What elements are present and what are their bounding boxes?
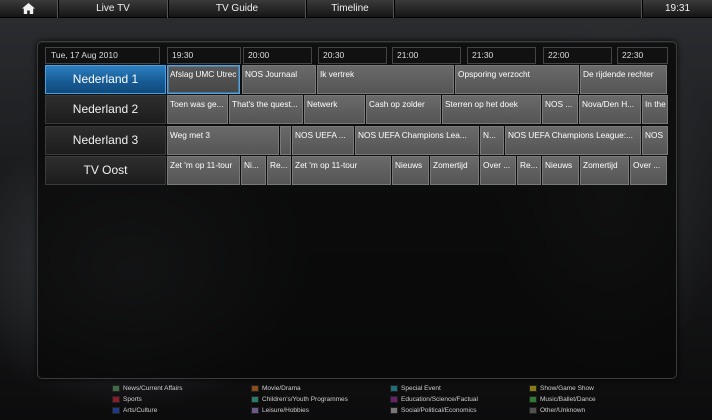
legend-swatch xyxy=(112,385,120,392)
legend-label: Social/Political/Economics xyxy=(401,407,477,414)
channel-nederland-2[interactable]: Nederland 2 xyxy=(45,95,166,124)
legend-label: Special Event xyxy=(401,385,441,392)
program-cell[interactable]: Cash op zolder xyxy=(366,95,441,124)
program-cell[interactable]: Nieuws xyxy=(392,156,429,185)
legend-swatch xyxy=(112,396,120,403)
time-slot-header: 22:00 xyxy=(543,47,612,64)
program-cell[interactable]: NOS UEFA ... xyxy=(292,126,354,155)
legend-label: Music/Ballet/Dance xyxy=(540,396,596,403)
program-cell[interactable]: NOS UEFA Champions Lea... xyxy=(355,126,479,155)
program-cell[interactable]: Nova/Den H... xyxy=(579,95,641,124)
program-cell[interactable]: Zet 'm op 11-tour xyxy=(292,156,391,185)
program-cell[interactable]: Re... xyxy=(267,156,291,185)
program-cell[interactable] xyxy=(280,126,291,155)
legend-swatch xyxy=(390,385,398,392)
guide-date: Tue, 17 Aug 2010 xyxy=(45,47,160,64)
program-cell[interactable]: Netwerk xyxy=(304,95,365,124)
legend-label: Arts/Culture xyxy=(123,407,158,414)
channel-nederland-1[interactable]: Nederland 1 xyxy=(45,65,166,94)
program-cell[interactable]: De rijdende rechter xyxy=(580,65,667,94)
legend-swatch xyxy=(390,396,398,403)
legend-label: Other/Unknown xyxy=(540,407,586,414)
legend-swatch xyxy=(529,396,537,403)
live-tv-tab[interactable]: Live TV xyxy=(58,0,168,18)
time-slot-header: 20:30 xyxy=(318,47,387,64)
legend-label: Movie/Drama xyxy=(262,385,301,392)
time-slot-header: 22:30 xyxy=(617,47,668,64)
program-cell[interactable]: NOS ... xyxy=(542,95,578,124)
home-icon xyxy=(22,3,35,14)
timeline-tab[interactable]: Timeline xyxy=(306,0,394,18)
program-cell[interactable]: Over ... xyxy=(630,156,667,185)
legend-label: Sports xyxy=(123,396,142,403)
program-cell[interactable]: Ni... xyxy=(241,156,266,185)
legend-swatch xyxy=(251,396,259,403)
program-cell[interactable]: N... xyxy=(480,126,504,155)
top-bar-spacer xyxy=(394,0,642,18)
program-cell[interactable]: That's the quest... xyxy=(229,95,303,124)
tv-guide-tab[interactable]: TV Guide xyxy=(168,0,306,18)
program-cell[interactable]: Zomertijd xyxy=(580,156,629,185)
program-cell[interactable]: NOS xyxy=(642,126,668,155)
legend-swatch xyxy=(529,385,537,392)
time-slot-header: 21:00 xyxy=(392,47,461,64)
legend-label: Show/Game Show xyxy=(540,385,594,392)
program-cell[interactable]: Zomertijd xyxy=(430,156,479,185)
program-cell[interactable]: Afslag UMC Utrec xyxy=(167,65,240,94)
top-navigation-bar: Live TV TV Guide Timeline 19:31 xyxy=(0,0,712,18)
time-slot-header: 21:30 xyxy=(467,47,536,64)
channel-nederland-3[interactable]: Nederland 3 xyxy=(45,126,166,155)
program-cell[interactable]: Weg met 3 xyxy=(167,126,279,155)
program-cell[interactable]: NOS Journaal xyxy=(242,65,316,94)
program-cell[interactable]: NOS UEFA Champions League:... xyxy=(505,126,641,155)
program-cell[interactable]: Toen was ge... xyxy=(167,95,228,124)
legend-label: Children's/Youth Programmes xyxy=(262,396,348,403)
time-slot-header: 19:30 xyxy=(167,47,241,64)
program-cell[interactable]: Sterren op het doek xyxy=(442,95,541,124)
program-cell[interactable]: In the xyxy=(642,95,668,124)
channel-tv-oost[interactable]: TV Oost xyxy=(45,156,166,185)
legend-label: Leisure/Hobbies xyxy=(262,407,309,414)
legend-swatch xyxy=(529,407,537,414)
genre-legend: News/Current Affairs Movie/Drama Special… xyxy=(0,383,712,420)
program-cell[interactable]: Opsporing verzocht xyxy=(455,65,579,94)
legend-label: Education/Science/Factual xyxy=(401,396,478,403)
legend-swatch xyxy=(251,385,259,392)
legend-swatch xyxy=(251,407,259,414)
clock: 19:31 xyxy=(642,0,712,18)
legend-swatch xyxy=(112,407,120,414)
program-cell[interactable]: Over ... xyxy=(480,156,516,185)
program-cell[interactable]: Zet 'm op 11-tour xyxy=(167,156,240,185)
program-cell[interactable]: Nieuws xyxy=(542,156,579,185)
home-button[interactable] xyxy=(0,0,58,18)
program-cell[interactable]: Ik vertrek xyxy=(317,65,454,94)
time-slot-header: 20:00 xyxy=(243,47,312,64)
legend-label: News/Current Affairs xyxy=(123,385,183,392)
legend-swatch xyxy=(390,407,398,414)
program-cell[interactable]: Re... xyxy=(517,156,541,185)
